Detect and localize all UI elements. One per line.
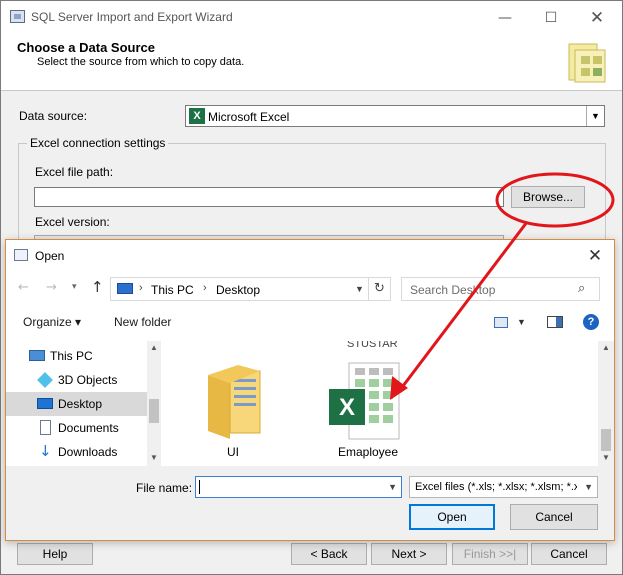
search-icon[interactable]: ⌕	[578, 281, 585, 296]
scroll-up-icon[interactable]: ▲	[598, 343, 614, 352]
nav-item-label: This PC	[50, 349, 93, 363]
file-type-value: Excel files (*.xls; *.xlsx; *.xlsm; *.x	[415, 481, 577, 493]
close-icon[interactable]: ✕	[575, 5, 619, 31]
nav-item-label: 3D Objects	[58, 373, 118, 387]
maximize-icon[interactable]: ☐	[529, 5, 573, 31]
file-item-folder[interactable]: UI	[193, 355, 273, 465]
nav-item-downloads[interactable]: ↓ Downloads	[6, 440, 147, 464]
file-name-input[interactable]: ▼	[195, 476, 402, 498]
file-name: UI	[227, 445, 239, 459]
open-dialog-titlebar: Open ✕	[6, 240, 614, 270]
new-folder-button[interactable]: New folder	[114, 315, 171, 329]
nav-item-label: Downloads	[58, 445, 118, 459]
back-arrow-icon[interactable]: ←	[18, 280, 29, 295]
chevron-right-icon[interactable]: ›	[139, 282, 143, 294]
chevron-down-icon[interactable]: ▼	[355, 284, 364, 294]
nav-item-label: Desktop	[58, 397, 103, 411]
file-path-input[interactable]	[34, 187, 504, 207]
open-dialog-icon	[14, 249, 28, 261]
help-button[interactable]: Help	[17, 543, 93, 565]
file-name: Emaployee	[337, 445, 399, 459]
wizard-titlebar: SQL Server Import and Export Wizard — ☐ …	[1, 1, 622, 33]
excel-file-icon: X	[329, 362, 400, 440]
wizard-footer: Help < Back Next > Finish >>| Cancel	[1, 539, 622, 574]
scroll-down-icon[interactable]: ▼	[147, 453, 161, 462]
excel-icon: X	[189, 108, 205, 124]
back-button[interactable]: < Back	[291, 543, 367, 565]
scrollbar-thumb[interactable]	[149, 399, 159, 423]
breadcrumb-desktop[interactable]: Desktop	[216, 283, 260, 297]
scrollbar-thumb[interactable]	[601, 429, 611, 451]
chevron-down-icon[interactable]: ▼	[584, 482, 593, 492]
scroll-up-icon[interactable]: ▲	[147, 343, 161, 352]
nav-item-label: Documents	[58, 421, 119, 435]
3d-objects-icon	[37, 372, 53, 388]
nav-item-this-pc[interactable]: This PC	[6, 344, 147, 368]
chevron-down-icon[interactable]: ▼	[586, 106, 604, 126]
forward-arrow-icon[interactable]: →	[46, 280, 57, 295]
page-subtitle: Select the source from which to copy dat…	[37, 56, 245, 68]
file-list: STUSTAR UI X Emaployee	[163, 341, 598, 466]
desktop-icon	[37, 398, 53, 409]
data-source-select[interactable]: X Microsoft Excel ▼	[185, 105, 605, 127]
text-caret	[199, 480, 200, 494]
wizard-header: Choose a Data Source Select the source f…	[1, 33, 622, 91]
open-dialog-title: Open	[35, 249, 65, 263]
file-type-select[interactable]: Excel files (*.xls; *.xlsx; *.xlsm; *.x …	[409, 476, 598, 498]
organize-menu[interactable]: Organize ▾	[23, 315, 81, 329]
nav-item-desktop[interactable]: Desktop	[6, 392, 147, 416]
connection-settings-label: Excel connection settings	[27, 136, 169, 150]
search-input[interactable]: Search Desktop ⌕	[401, 277, 600, 301]
wizard-title: SQL Server Import and Export Wizard	[31, 10, 233, 24]
close-icon[interactable]: ✕	[580, 244, 610, 268]
folder-icon	[208, 365, 261, 439]
view-options-icon[interactable]	[494, 317, 508, 328]
data-source-label: Data source:	[19, 109, 88, 123]
address-bar[interactable]: › This PC › Desktop ▼	[110, 277, 369, 301]
navigation-scrollbar[interactable]: ▲ ▼	[147, 341, 161, 466]
partial-file-label: STUSTAR	[347, 341, 398, 350]
open-dialog: Open ✕ ← → ▾ ↑ › This PC › Desktop ▼ ↻ S…	[5, 239, 615, 541]
documents-icon	[40, 420, 51, 435]
next-button[interactable]: Next >	[371, 543, 447, 565]
navigation-pane: This PC 3D Objects Desktop Documents ↓ D…	[6, 341, 162, 466]
finish-button: Finish >>|	[452, 543, 528, 565]
page-title: Choose a Data Source	[17, 40, 155, 55]
file-name-label: File name:	[136, 481, 193, 495]
wizard-cancel-button[interactable]: Cancel	[531, 543, 607, 565]
data-source-value: Microsoft Excel	[208, 110, 290, 124]
search-placeholder: Search Desktop	[410, 283, 496, 297]
excel-version-label: Excel version:	[35, 215, 110, 229]
browse-button[interactable]: Browse...	[511, 186, 585, 208]
breadcrumb-this-pc[interactable]: This PC	[151, 283, 194, 297]
chevron-down-icon[interactable]: ▼	[517, 317, 526, 327]
chevron-right-icon[interactable]: ›	[203, 282, 207, 294]
file-path-label: Excel file path:	[35, 165, 114, 179]
cancel-button[interactable]: Cancel	[510, 504, 598, 530]
help-icon[interactable]: ?	[583, 314, 599, 330]
chevron-down-icon[interactable]: ▼	[388, 482, 397, 492]
computer-icon	[117, 283, 133, 294]
open-dialog-bottom: File name: ▼ Excel files (*.xls; *.xlsx;…	[6, 466, 614, 540]
wizard-graphic-icon	[568, 43, 606, 83]
computer-icon	[29, 350, 45, 361]
recent-locations-icon[interactable]: ▾	[72, 281, 77, 292]
refresh-icon[interactable]: ↻	[369, 277, 391, 301]
nav-item-3d-objects[interactable]: 3D Objects	[6, 368, 147, 392]
up-arrow-icon[interactable]: ↑	[91, 278, 104, 296]
file-list-scrollbar[interactable]: ▲ ▼	[598, 341, 614, 466]
downloads-icon: ↓	[39, 442, 52, 460]
file-item-excel[interactable]: X Emaployee	[313, 355, 423, 465]
svg-text:X: X	[339, 394, 355, 421]
nav-item-documents[interactable]: Documents	[6, 416, 147, 440]
scroll-down-icon[interactable]: ▼	[598, 453, 614, 462]
preview-pane-icon[interactable]	[547, 316, 563, 328]
open-button[interactable]: Open	[409, 504, 495, 530]
wizard-app-icon	[10, 10, 25, 23]
minimize-icon[interactable]: —	[483, 5, 527, 31]
